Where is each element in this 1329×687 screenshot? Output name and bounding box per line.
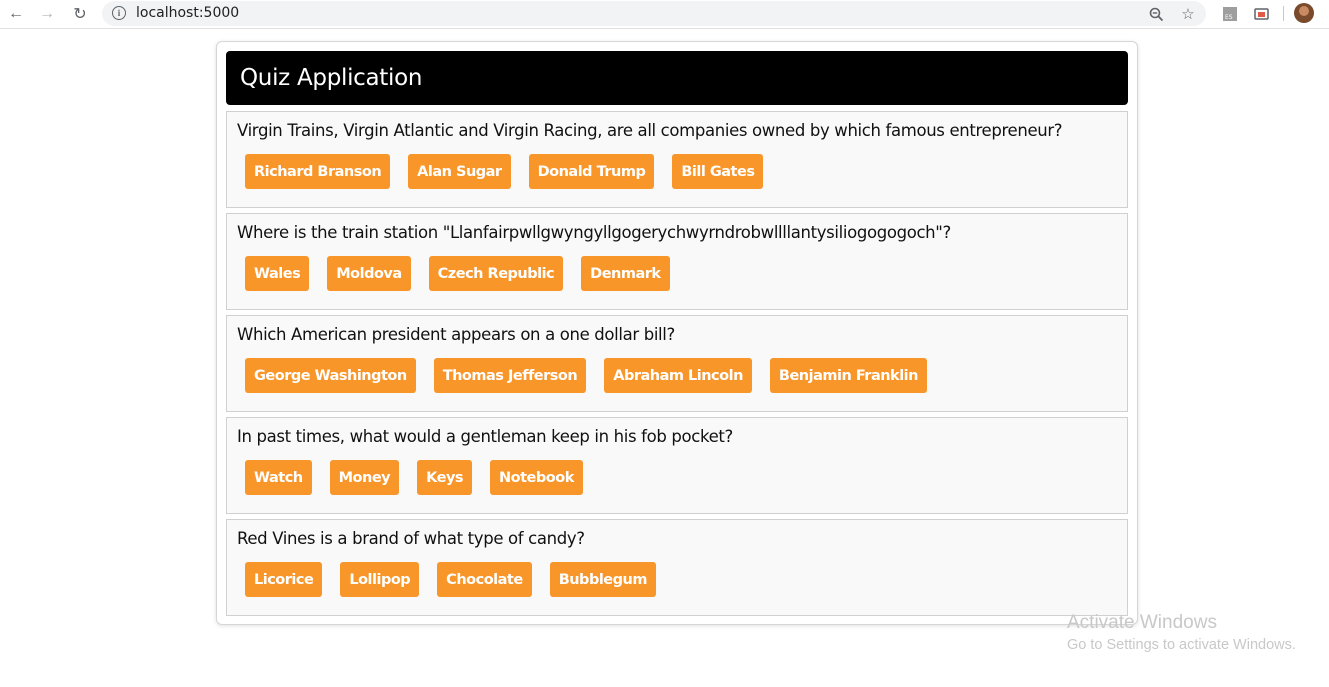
answer-button[interactable]: Bill Gates: [672, 154, 764, 189]
avatar[interactable]: [1294, 3, 1314, 23]
answer-group: George Washington Thomas Jefferson Abrah…: [245, 358, 945, 393]
answer-button[interactable]: Denmark: [581, 256, 670, 291]
answer-button[interactable]: Czech Republic: [428, 256, 564, 291]
url-text[interactable]: localhost:5000: [136, 5, 239, 21]
question-text: Red Vines is a brand of what type of can…: [237, 529, 585, 548]
zoom-icon[interactable]: [1146, 4, 1166, 24]
answer-group: Licorice Lollipop Chocolate Bubblegum: [245, 562, 674, 597]
answer-button[interactable]: Donald Trump: [528, 154, 655, 189]
es-extension-icon[interactable]: ES: [1222, 6, 1238, 22]
answer-button[interactable]: Keys: [417, 460, 473, 495]
question-card: Red Vines is a brand of what type of can…: [226, 519, 1128, 616]
cast-extension-icon[interactable]: [1254, 6, 1270, 22]
answer-group: Watch Money Keys Notebook: [245, 460, 601, 495]
info-icon[interactable]: i: [112, 6, 126, 20]
quiz-header: Quiz Application: [226, 51, 1128, 105]
question-card: Which American president appears on a on…: [226, 315, 1128, 412]
svg-text:ES: ES: [1225, 14, 1233, 21]
answer-button[interactable]: Benjamin Franklin: [769, 358, 927, 393]
question-text: In past times, what would a gentleman ke…: [237, 427, 733, 446]
answer-button[interactable]: Bubblegum: [549, 562, 656, 597]
question-text: Which American president appears on a on…: [237, 325, 675, 344]
answer-button[interactable]: Abraham Lincoln: [604, 358, 752, 393]
activation-watermark-title: Activate Windows: [1067, 612, 1217, 633]
answer-button[interactable]: Wales: [245, 256, 310, 291]
question-text: Where is the train station "Llanfairpwll…: [237, 223, 951, 242]
star-icon[interactable]: ☆: [1178, 4, 1198, 24]
question-card: Virgin Trains, Virgin Atlantic and Virgi…: [226, 111, 1128, 208]
answer-button[interactable]: Lollipop: [340, 562, 420, 597]
answer-button[interactable]: Alan Sugar: [408, 154, 511, 189]
answer-button[interactable]: Moldova: [327, 256, 411, 291]
answer-button[interactable]: George Washington: [245, 358, 416, 393]
question-card: Where is the train station "Llanfairpwll…: [226, 213, 1128, 310]
answer-group: Richard Branson Alan Sugar Donald Trump …: [245, 154, 781, 189]
answer-button[interactable]: Thomas Jefferson: [433, 358, 587, 393]
answer-button[interactable]: Watch: [245, 460, 312, 495]
address-bar[interactable]: i localhost:5000 ☆: [102, 1, 1206, 26]
browser-toolbar: ← → ↻ i localhost:5000 ☆ ES: [0, 0, 1329, 29]
quiz-card: Quiz Application Virgin Trains, Virgin A…: [216, 41, 1138, 625]
answer-button[interactable]: Richard Branson: [245, 154, 391, 189]
page-title: Quiz Application: [240, 65, 423, 91]
answer-button[interactable]: Money: [329, 460, 400, 495]
activation-watermark-subtitle: Go to Settings to activate Windows.: [1067, 637, 1296, 653]
back-icon[interactable]: ←: [4, 3, 28, 25]
toolbar-separator: [1283, 6, 1284, 21]
question-card: In past times, what would a gentleman ke…: [226, 417, 1128, 514]
question-text: Virgin Trains, Virgin Atlantic and Virgi…: [237, 121, 1063, 140]
forward-icon[interactable]: →: [35, 3, 59, 25]
answer-button[interactable]: Notebook: [490, 460, 583, 495]
answer-button[interactable]: Chocolate: [437, 562, 532, 597]
reload-icon[interactable]: ↻: [68, 3, 92, 25]
answer-button[interactable]: Licorice: [245, 562, 323, 597]
answer-group: Wales Moldova Czech Republic Denmark: [245, 256, 688, 291]
